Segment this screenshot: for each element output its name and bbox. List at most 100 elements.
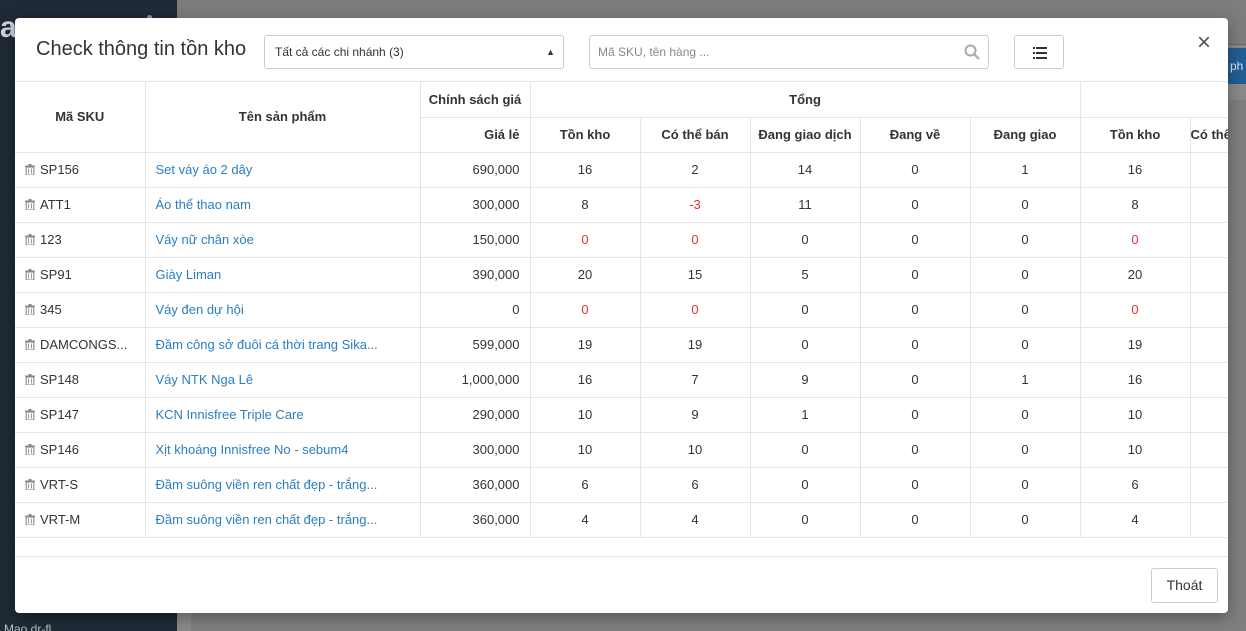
product-name-link[interactable]: Đầm suông viền ren chất đẹp - trắng... <box>144 501 421 538</box>
cell-stock2: 4 <box>1079 501 1191 538</box>
header-price-policy: Chính sách giá <box>419 82 531 118</box>
stock-check-modal: Check thông tin tồn kho Tất cả các chi n… <box>15 18 1228 613</box>
cell-available2 <box>1189 291 1228 328</box>
trash-icon[interactable] <box>25 374 35 385</box>
trash-icon[interactable] <box>25 269 35 280</box>
cell-price: 150,000 <box>419 221 531 258</box>
cell-incoming: 0 <box>859 256 971 293</box>
cell-price: 300,000 <box>419 186 531 223</box>
cell-available: 0 <box>639 291 751 328</box>
table-row: ATT1 Áo thể thao nam 300,000 8 -3 11 0 0 8 <box>15 186 1228 223</box>
cell-incoming: 0 <box>859 431 971 468</box>
table-row: SP148 Váy NTK Nga Lê 1,000,000 16 7 9 0 1 16 <box>15 361 1228 398</box>
cell-available: 15 <box>639 256 751 293</box>
cell-price: 690,000 <box>419 151 531 188</box>
sku-text: SP146 <box>40 442 80 457</box>
header-stock-branch: Tồn kho <box>1079 116 1191 153</box>
cell-stock: 19 <box>529 326 641 363</box>
cell-in-transaction: 0 <box>749 466 861 503</box>
product-name-link[interactable]: Áo thể thao nam <box>144 186 421 223</box>
sku-text: SP91 <box>40 267 72 282</box>
branch-select[interactable]: Tất cả các chi nhánh (3) ▲ <box>264 35 564 69</box>
trash-icon[interactable] <box>25 514 35 525</box>
sku-cell: SP91 <box>15 256 146 293</box>
list-icon <box>1033 47 1047 59</box>
cell-in-transaction: 0 <box>749 221 861 258</box>
cell-available2 <box>1189 431 1228 468</box>
sku-cell: SP148 <box>15 361 146 398</box>
cell-delivering: 0 <box>969 431 1081 468</box>
cell-stock2: 16 <box>1079 151 1191 188</box>
trash-icon[interactable] <box>25 304 35 315</box>
table-row: SP146 Xịt khoáng Innisfree No - sebum4 300… <box>15 431 1228 468</box>
cell-in-transaction: 0 <box>749 501 861 538</box>
cell-available: 9 <box>639 396 751 433</box>
cell-stock2: 10 <box>1079 431 1191 468</box>
product-name-link[interactable]: Váy nữ chân xòe <box>144 221 421 258</box>
sku-cell: SP147 <box>15 396 146 433</box>
search-icon[interactable] <box>964 44 980 60</box>
cell-delivering: 0 <box>969 501 1081 538</box>
cell-stock: 0 <box>529 291 641 328</box>
sku-text: 345 <box>40 302 62 317</box>
cell-delivering: 0 <box>969 256 1081 293</box>
sku-text: VRT-M <box>40 512 81 527</box>
cell-price: 1,000,000 <box>419 361 531 398</box>
modal-header: Check thông tin tồn kho Tất cả các chi n… <box>15 18 1228 82</box>
header-branch-group <box>1079 82 1228 118</box>
trash-icon[interactable] <box>25 199 35 210</box>
list-view-button[interactable] <box>1014 35 1064 69</box>
close-icon[interactable]: × <box>1193 31 1215 55</box>
cell-in-transaction: 0 <box>749 291 861 328</box>
product-name-link[interactable]: Đầm công sở đuôi cá thời trang Sika... <box>144 326 421 363</box>
sku-text: 123 <box>40 232 62 247</box>
product-name-link[interactable]: Giày Liman <box>144 256 421 293</box>
product-name-link[interactable]: Đầm suông viền ren chất đẹp - trắng... <box>144 466 421 503</box>
sku-cell: 123 <box>15 221 146 258</box>
cell-price: 290,000 <box>419 396 531 433</box>
cell-delivering: 0 <box>969 221 1081 258</box>
cell-incoming: 0 <box>859 361 971 398</box>
header-incoming: Đang về <box>859 116 971 153</box>
search-box <box>589 35 989 69</box>
cell-price: 360,000 <box>419 466 531 503</box>
cell-in-transaction: 0 <box>749 326 861 363</box>
cell-available2 <box>1189 466 1228 503</box>
cell-incoming: 0 <box>859 151 971 188</box>
cell-available2 <box>1189 256 1228 293</box>
trash-icon[interactable] <box>25 444 35 455</box>
cell-price: 360,000 <box>419 501 531 538</box>
cell-price: 300,000 <box>419 431 531 468</box>
cell-available: 2 <box>639 151 751 188</box>
trash-icon[interactable] <box>25 409 35 420</box>
trash-icon[interactable] <box>25 234 35 245</box>
sku-cell: SP156 <box>15 151 146 188</box>
product-name-link[interactable]: KCN Innisfree Triple Care <box>144 396 421 433</box>
sku-cell: VRT-M <box>15 501 146 538</box>
cell-incoming: 0 <box>859 186 971 223</box>
trash-icon[interactable] <box>25 479 35 490</box>
header-sku: Mã SKU <box>15 82 146 153</box>
cell-incoming: 0 <box>859 396 971 433</box>
product-name-link[interactable]: Xịt khoáng Innisfree No - sebum4 <box>144 431 421 468</box>
cell-delivering: 1 <box>969 361 1081 398</box>
cell-delivering: 0 <box>969 466 1081 503</box>
cell-stock2: 20 <box>1079 256 1191 293</box>
trash-icon[interactable] <box>25 339 35 350</box>
cell-stock: 16 <box>529 151 641 188</box>
sku-text: ATT1 <box>40 197 71 212</box>
search-input[interactable] <box>590 36 950 68</box>
table-row: VRT-M Đầm suông viền ren chất đẹp - trắng… <box>15 501 1228 538</box>
cell-in-transaction: 1 <box>749 396 861 433</box>
product-name-link[interactable]: Set váy áo 2 dây <box>144 151 421 188</box>
sku-cell: DAMCONGS... <box>15 326 146 363</box>
cell-in-transaction: 0 <box>749 431 861 468</box>
product-name-link[interactable]: Váy NTK Nga Lê <box>144 361 421 398</box>
cell-stock: 10 <box>529 431 641 468</box>
sidebar-bottom-text: Mạo dr-fl <box>4 622 52 631</box>
exit-button[interactable]: Thoát <box>1151 568 1218 603</box>
stock-table-container[interactable]: Mã SKU Tên sản phẩm Chính sách giá Tổng … <box>15 82 1228 556</box>
cell-available: -3 <box>639 186 751 223</box>
trash-icon[interactable] <box>25 164 35 175</box>
product-name-link[interactable]: Váy đen dự hội <box>144 291 421 328</box>
